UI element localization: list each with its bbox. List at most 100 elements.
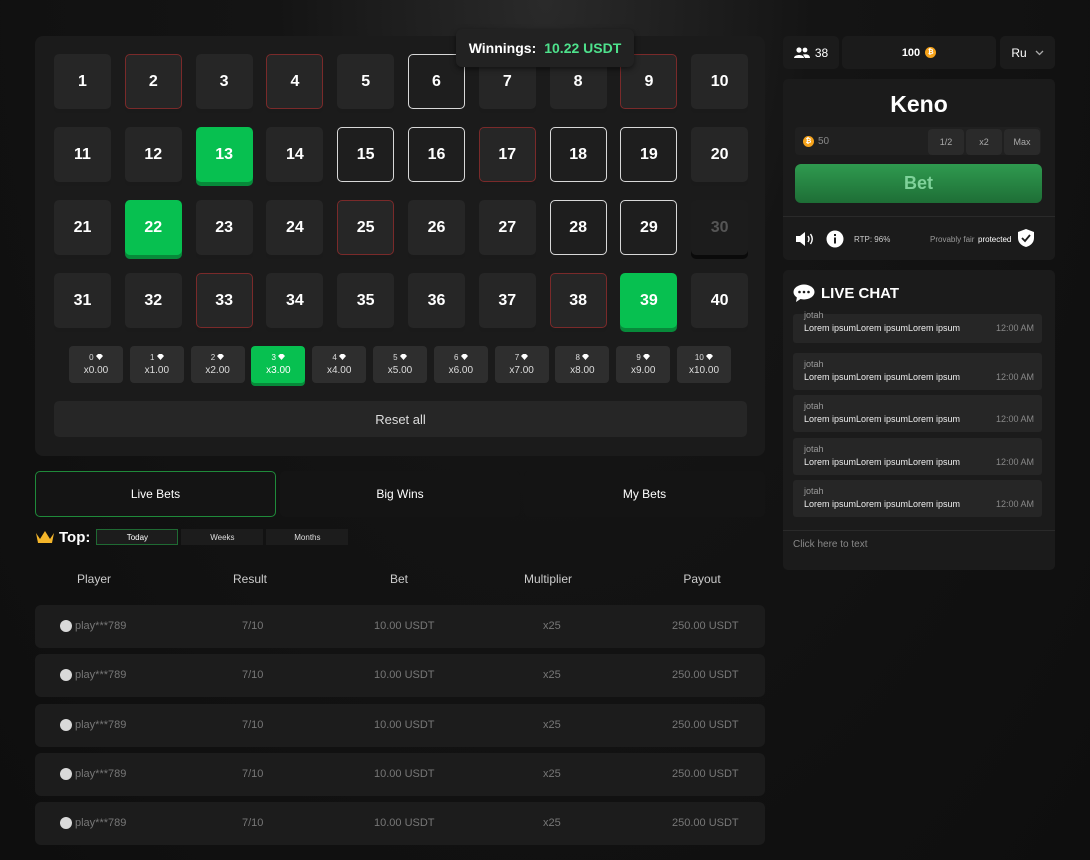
payout-table: 0 x0.00 1 x1.00 2 x2.00 3 x3.00 4 x4.00 5 x5.…	[69, 346, 739, 384]
number-cell[interactable]: 39	[620, 273, 678, 328]
number-cell[interactable]: 35	[337, 273, 395, 328]
number-cell[interactable]: 33	[195, 273, 253, 328]
number-cell[interactable]: 27	[478, 200, 536, 255]
number-cell[interactable]: 21	[54, 200, 111, 255]
number-cell[interactable]: 3	[195, 54, 253, 109]
number-cell[interactable]: 26	[408, 200, 465, 255]
game-title: Keno	[890, 91, 948, 117]
number-cell[interactable]: 19	[620, 127, 678, 182]
chat-text: Lorem ipsumLorem ipsumLorem ipsum	[804, 323, 961, 333]
tab-my-bets[interactable]: My Bets	[524, 471, 765, 517]
number-cell[interactable]: 10	[691, 54, 749, 109]
payout-hits-value: 6	[453, 353, 459, 362]
avatar	[60, 817, 72, 830]
number-cell[interactable]: 23	[195, 200, 253, 255]
sound-icon[interactable]	[795, 231, 815, 247]
payout-item: 5 x5.00	[373, 346, 427, 383]
divider	[783, 216, 1055, 217]
chat-text: Lorem ipsumLorem ipsumLorem ipsum	[804, 499, 961, 509]
top-label: Top:	[59, 528, 91, 546]
period-months[interactable]: Months	[266, 529, 349, 545]
number-cell[interactable]: 36	[408, 273, 465, 328]
cell-multiplier: x25	[543, 767, 561, 780]
number-cell[interactable]: 31	[54, 273, 111, 328]
chat-input[interactable]: Click here to text	[793, 539, 867, 550]
number-cell[interactable]: 15	[337, 127, 395, 182]
table-row: play***789 7/10 10.00 USDT x25 250.00 USDT	[35, 654, 765, 698]
number-cell[interactable]: 5	[337, 54, 395, 109]
table-row: play***789 7/10 10.00 USDT x25 250.00 USDT	[35, 605, 765, 648]
payout-hits: 6	[454, 353, 468, 362]
payout-multiplier: x10.00	[688, 365, 720, 376]
number-cell[interactable]: 4	[266, 54, 324, 109]
payout-hits: 5	[393, 353, 407, 362]
number-cell[interactable]: 38	[549, 273, 607, 328]
number-cell[interactable]: 24	[266, 200, 324, 255]
payout-item: 10 x10.00	[677, 346, 731, 383]
chat-message: jotah Lorem ipsumLorem ipsumLorem ipsum 12…	[793, 352, 1042, 390]
number-cell[interactable]: 30	[691, 200, 749, 255]
winnings-tooltip: Winnings: 10.22 USDT	[456, 29, 634, 67]
gem-icon	[95, 354, 103, 360]
half-button[interactable]: 1/2	[928, 129, 964, 155]
number-cell[interactable]: 12	[124, 127, 182, 182]
number-cell[interactable]: 18	[549, 127, 607, 182]
number-cell[interactable]: 22	[124, 200, 182, 255]
payout-multiplier: x5.00	[387, 365, 413, 376]
cell-bet: 10.00 USDT	[374, 718, 435, 731]
number-cell[interactable]: 28	[549, 200, 607, 255]
number-cell[interactable]: 29	[620, 200, 678, 255]
chat-time: 12:00 AM	[995, 456, 1034, 467]
tab-live-bets[interactable]: Live Bets	[35, 471, 276, 517]
number-cell[interactable]: 17	[478, 127, 536, 182]
header-bet: Bet	[389, 572, 408, 586]
cell-player: play***789	[75, 620, 127, 632]
payout-hits: 7	[515, 353, 529, 362]
balance-value: 100	[901, 46, 921, 59]
payout-hits: 9	[636, 353, 651, 362]
number-cell[interactable]: 32	[124, 273, 182, 328]
number-cell[interactable]: 16	[408, 127, 465, 182]
number-cell[interactable]: 40	[691, 273, 749, 328]
payout-hits-value: 10	[694, 353, 704, 362]
number-cell[interactable]: 34	[266, 273, 324, 328]
payout-multiplier: x0.00	[83, 365, 109, 376]
number-cell[interactable]: 2	[124, 54, 182, 109]
period-weeks[interactable]: Weeks	[181, 529, 264, 545]
info-icon[interactable]	[826, 230, 844, 248]
tab-big-wins[interactable]: Big Wins	[280, 471, 520, 517]
balance[interactable]: 100 ₿	[842, 36, 996, 69]
shield-icon	[1018, 229, 1034, 247]
header-player: Player	[76, 572, 111, 586]
number-cell[interactable]: 14	[266, 127, 324, 182]
bet-button[interactable]: Bet	[795, 164, 1042, 203]
game-footer: RTP: 96% Provably fair protected	[795, 229, 1045, 249]
number-cell[interactable]: 1	[54, 54, 111, 109]
chat-username: jotah	[804, 310, 824, 320]
payout-hits: 1	[150, 353, 164, 362]
number-cell[interactable]: 13	[195, 127, 253, 182]
number-grid: 1 2 3 4 5 6 7 8 9 10 11 12 13 14 15 16 17 18 19 20 21 22 23 24 2…	[54, 54, 754, 334]
reset-all-button[interactable]: Reset all	[54, 401, 747, 437]
max-button[interactable]: Max	[1004, 129, 1040, 155]
stake-value: 50	[818, 135, 830, 147]
winnings-value: 10.22 USDT	[544, 40, 622, 56]
payout-multiplier: x8.00	[570, 365, 595, 376]
period-today[interactable]: Today	[96, 529, 179, 545]
number-cell[interactable]: 25	[337, 200, 395, 255]
payout-hits-value: 0	[89, 353, 94, 362]
cell-result: 7/10	[242, 669, 264, 682]
number-cell[interactable]: 20	[691, 127, 749, 182]
language-select[interactable]: Ru	[1000, 36, 1055, 69]
cell-multiplier: x25	[543, 620, 561, 632]
payout-hits-value: 7	[514, 353, 520, 362]
chat-message: jotah Lorem ipsumLorem ipsumLorem ipsum 12…	[793, 480, 1042, 517]
payout-item: 9 x9.00	[616, 346, 671, 383]
table-row: play***789 7/10 10.00 USDT x25 250.00 USDT	[35, 752, 765, 796]
number-cell[interactable]: 11	[54, 127, 111, 182]
double-button[interactable]: x2	[966, 129, 1002, 155]
divider	[783, 530, 1055, 531]
winnings-label: Winnings:	[468, 40, 537, 56]
number-cell[interactable]: 37	[478, 273, 536, 328]
payout-multiplier: x3.00	[266, 365, 291, 376]
